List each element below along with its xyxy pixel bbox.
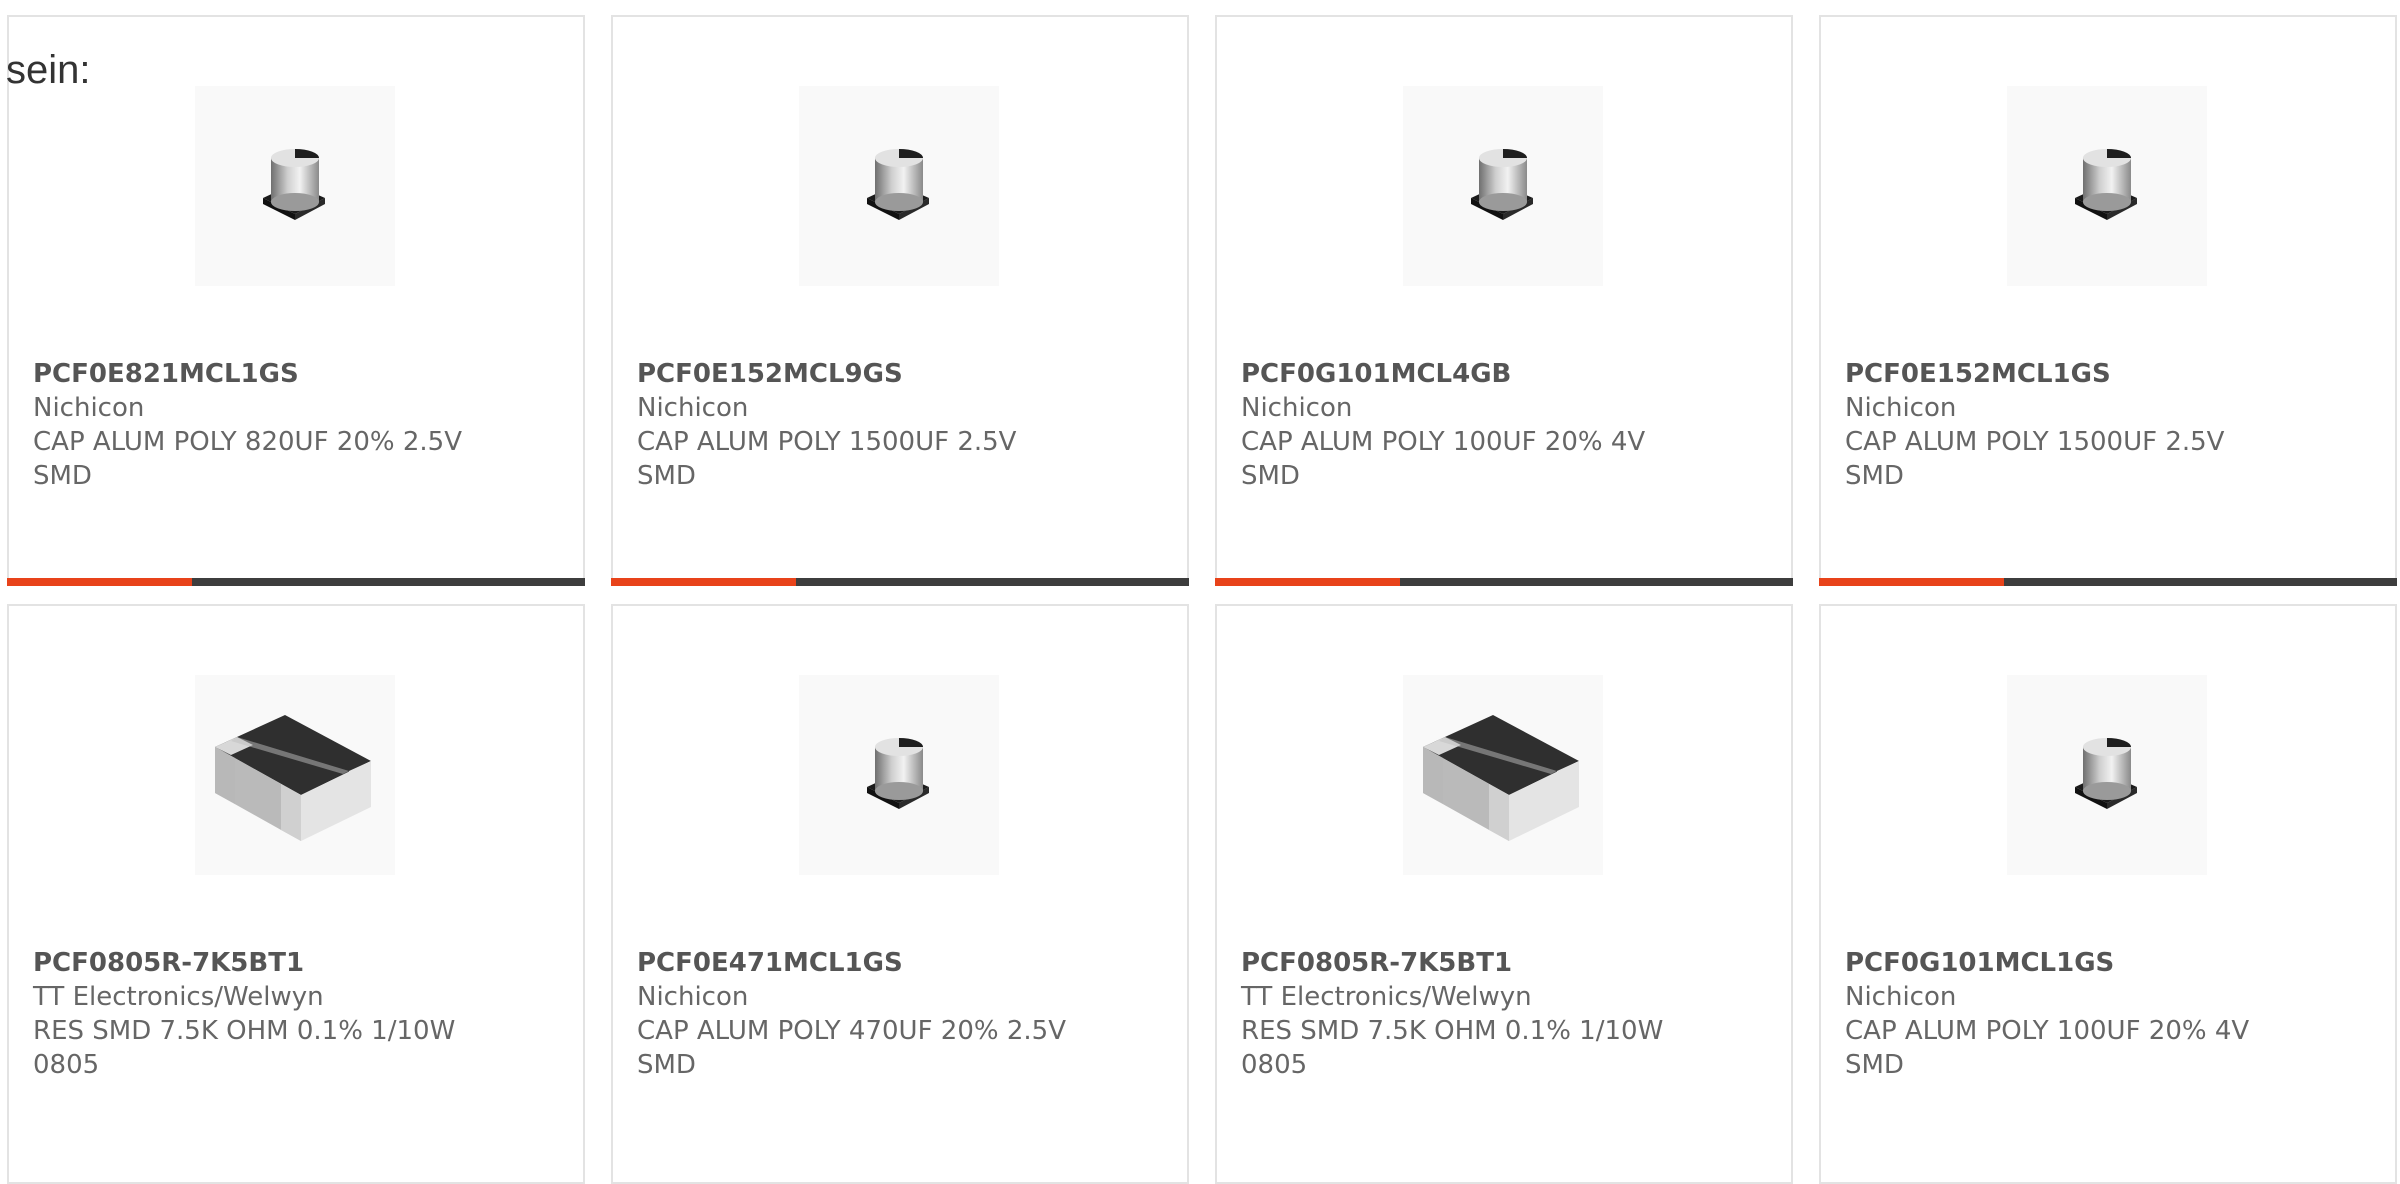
part-number-link[interactable]: PCF0805R-7K5BT1: [33, 946, 533, 980]
manufacturer-name: TT Electronics/Welwyn: [33, 982, 324, 1012]
product-card[interactable]: PCF0805R-7K5BT1 TT Electronics/Welwyn RE…: [7, 604, 585, 1184]
product-info: PCF0E471MCL1GS Nichicon CAP ALUM POLY 47…: [637, 946, 1137, 1082]
part-number-link[interactable]: PCF0E821MCL1GS: [33, 357, 533, 391]
product-card[interactable]: PCF0E821MCL1GS Nichicon CAP ALUM POLY 82…: [7, 15, 585, 586]
product-card[interactable]: PCF0E471MCL1GS Nichicon CAP ALUM POLY 47…: [611, 604, 1189, 1184]
progress-bar: [7, 578, 585, 586]
capacitor-image[interactable]: [799, 86, 999, 286]
product-info: PCF0G101MCL4GB Nichicon CAP ALUM POLY 10…: [1241, 357, 1741, 493]
progress-bar-fill: [1819, 578, 2004, 586]
manufacturer-name: Nichicon: [1845, 982, 1957, 1012]
product-card[interactable]: PCF0G101MCL4GB Nichicon CAP ALUM POLY 10…: [1215, 15, 1793, 586]
capacitor-image[interactable]: [2007, 675, 2207, 875]
progress-bar: [1215, 578, 1793, 586]
manufacturer-name: Nichicon: [637, 982, 749, 1012]
product-info: PCF0805R-7K5BT1 TT Electronics/Welwyn RE…: [33, 946, 533, 1082]
product-description: CAP ALUM POLY 100UF 20% 4V SMD: [1241, 427, 1646, 491]
product-description: CAP ALUM POLY 1500UF 2.5V SMD: [637, 427, 1017, 491]
capacitor-image[interactable]: [1403, 86, 1603, 286]
progress-bar: [611, 578, 1189, 586]
part-number-link[interactable]: PCF0E471MCL1GS: [637, 946, 1137, 980]
product-card[interactable]: PCF0E152MCL1GS Nichicon CAP ALUM POLY 15…: [1819, 15, 2397, 586]
part-number-link[interactable]: PCF0E152MCL1GS: [1845, 357, 2345, 391]
part-number-link[interactable]: PCF0G101MCL4GB: [1241, 357, 1741, 391]
part-number-link[interactable]: PCF0805R-7K5BT1: [1241, 946, 1741, 980]
manufacturer-name: TT Electronics/Welwyn: [1241, 982, 1532, 1012]
progress-bar-fill: [1215, 578, 1400, 586]
product-card[interactable]: PCF0E152MCL9GS Nichicon CAP ALUM POLY 15…: [611, 15, 1189, 586]
progress-bar-fill: [7, 578, 192, 586]
product-card[interactable]: PCF0805R-7K5BT1 TT Electronics/Welwyn RE…: [1215, 604, 1793, 1184]
resistor-image[interactable]: [1403, 675, 1603, 875]
progress-bar: [1819, 578, 2397, 586]
product-description: CAP ALUM POLY 820UF 20% 2.5V SMD: [33, 427, 462, 491]
manufacturer-name: Nichicon: [33, 393, 145, 423]
progress-bar-fill: [611, 578, 796, 586]
manufacturer-name: Nichicon: [1845, 393, 1957, 423]
product-card[interactable]: PCF0G101MCL1GS Nichicon CAP ALUM POLY 10…: [1819, 604, 2397, 1184]
product-description: RES SMD 7.5K OHM 0.1% 1/10W 0805: [1241, 1016, 1664, 1080]
capacitor-image[interactable]: [799, 675, 999, 875]
product-info: PCF0E821MCL1GS Nichicon CAP ALUM POLY 82…: [33, 357, 533, 493]
part-number-link[interactable]: PCF0G101MCL1GS: [1845, 946, 2345, 980]
capacitor-image[interactable]: [195, 86, 395, 286]
product-description: CAP ALUM POLY 100UF 20% 4V SMD: [1845, 1016, 2250, 1080]
capacitor-image[interactable]: [2007, 86, 2207, 286]
product-description: CAP ALUM POLY 470UF 20% 2.5V SMD: [637, 1016, 1066, 1080]
manufacturer-name: Nichicon: [1241, 393, 1353, 423]
resistor-image[interactable]: [195, 675, 395, 875]
product-info: PCF0E152MCL1GS Nichicon CAP ALUM POLY 15…: [1845, 357, 2345, 493]
product-info: PCF0E152MCL9GS Nichicon CAP ALUM POLY 15…: [637, 357, 1137, 493]
section-heading: sein:: [6, 48, 91, 92]
product-description: RES SMD 7.5K OHM 0.1% 1/10W 0805: [33, 1016, 456, 1080]
manufacturer-name: Nichicon: [637, 393, 749, 423]
product-info: PCF0G101MCL1GS Nichicon CAP ALUM POLY 10…: [1845, 946, 2345, 1082]
product-info: PCF0805R-7K5BT1 TT Electronics/Welwyn RE…: [1241, 946, 1741, 1082]
part-number-link[interactable]: PCF0E152MCL9GS: [637, 357, 1137, 391]
product-description: CAP ALUM POLY 1500UF 2.5V SMD: [1845, 427, 2225, 491]
